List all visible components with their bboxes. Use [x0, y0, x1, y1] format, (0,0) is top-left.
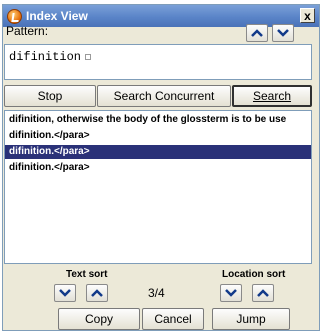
close-icon: x: [304, 8, 311, 23]
down-arrow-icon: [59, 289, 71, 297]
pattern-up-button[interactable]: [246, 24, 268, 42]
text-cursor: [85, 53, 92, 60]
jump-button-label: Jump: [236, 312, 266, 326]
copy-button[interactable]: Copy: [58, 308, 140, 330]
cancel-button-label: Cancel: [154, 312, 192, 326]
up-arrow-icon: [91, 289, 103, 297]
jump-button[interactable]: Jump: [212, 308, 290, 330]
up-arrow-icon: [251, 29, 263, 37]
up-arrow-icon: [257, 289, 269, 297]
list-item-selected[interactable]: difinition.</para>: [5, 145, 311, 159]
list-item[interactable]: difinition.</para>: [5, 129, 311, 143]
close-button[interactable]: x: [300, 8, 315, 23]
location-sort-down-button[interactable]: [220, 284, 242, 302]
pattern-value: difinition: [9, 50, 82, 64]
copy-button-label: Copy: [84, 312, 113, 326]
location-sort-up-button[interactable]: [252, 284, 274, 302]
search-concurrent-button[interactable]: Search Concurrent: [97, 85, 231, 107]
pattern-down-button[interactable]: [272, 24, 294, 42]
search-button-label: Search: [252, 89, 292, 103]
cancel-button[interactable]: Cancel: [142, 308, 204, 330]
app-icon: [7, 8, 22, 24]
text-sort-label: Text sort: [66, 269, 108, 280]
location-sort-label: Location sort: [222, 269, 286, 280]
pattern-input[interactable]: difinition: [4, 44, 312, 80]
pattern-label: Pattern:: [6, 24, 49, 38]
list-item[interactable]: difinition.</para>: [5, 161, 311, 175]
list-item[interactable]: difinition, otherwise the body of the gl…: [5, 113, 311, 127]
text-sort-down-button[interactable]: [54, 284, 76, 302]
down-arrow-icon: [277, 29, 289, 37]
results-list[interactable]: difinition, otherwise the body of the gl…: [4, 110, 312, 264]
window-title: Index View: [26, 9, 88, 23]
stop-button[interactable]: Stop: [4, 85, 96, 107]
text-sort-up-button[interactable]: [86, 284, 108, 302]
result-counter: 3/4: [148, 286, 165, 300]
down-arrow-icon: [225, 289, 237, 297]
search-button[interactable]: Search: [232, 85, 312, 107]
